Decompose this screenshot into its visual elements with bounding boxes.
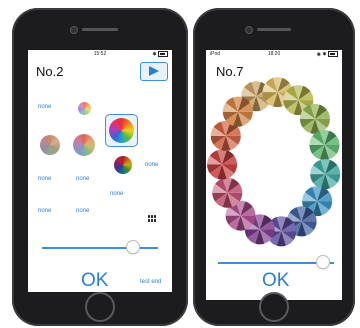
none-option[interactable]: none	[38, 176, 51, 182]
screen-left: 15:52 ✱ No.2 none none none none none no…	[28, 50, 172, 292]
battery-icon	[328, 51, 338, 57]
speaker	[257, 28, 291, 31]
slider-thumb[interactable]	[316, 256, 329, 268]
color-swatch[interactable]	[40, 135, 60, 155]
home-button[interactable]	[259, 292, 289, 322]
slider[interactable]	[218, 256, 334, 270]
phone-right: iPod 18:20 ◉ ✱ No.7 OK	[193, 8, 355, 326]
ok-button[interactable]: OK	[262, 270, 289, 292]
home-button[interactable]	[85, 292, 115, 322]
play-icon	[149, 66, 159, 76]
color-wheel-swatch[interactable]	[212, 177, 243, 208]
screen-right: iPod 18:20 ◉ ✱ No.7 OK	[206, 50, 342, 300]
color-swatch-selected[interactable]	[109, 118, 134, 143]
test-end-button[interactable]: test end	[140, 279, 161, 285]
ok-button[interactable]: OK	[81, 270, 108, 292]
slider-track[interactable]	[42, 247, 158, 249]
slider[interactable]	[42, 241, 158, 255]
color-wheel-swatch[interactable]	[222, 96, 253, 127]
status-icons: ◉ ✱	[317, 51, 338, 57]
phone-left: 15:52 ✱ No.2 none none none none none no…	[12, 8, 188, 326]
none-option[interactable]: none	[110, 191, 123, 197]
none-option[interactable]: none	[38, 208, 51, 214]
color-swatch[interactable]	[114, 156, 132, 174]
grid-icon[interactable]	[148, 215, 157, 222]
color-wheel-swatch[interactable]	[299, 103, 330, 134]
none-option[interactable]: none	[145, 162, 158, 168]
color-swatch[interactable]	[73, 134, 95, 156]
none-option[interactable]: none	[76, 176, 89, 182]
status-bar: iPod 18:20 ◉ ✱	[206, 50, 342, 60]
status-time: 15:52	[93, 51, 107, 57]
color-ring	[207, 77, 341, 247]
slider-thumb[interactable]	[127, 241, 140, 253]
camera	[70, 26, 78, 34]
status-icons: ✱	[152, 51, 168, 57]
color-wheel-swatch[interactable]	[207, 149, 238, 180]
color-wheel-swatch[interactable]	[310, 159, 341, 190]
none-option[interactable]: none	[38, 104, 51, 110]
play-button[interactable]	[140, 62, 168, 81]
page-title: No.2	[36, 64, 64, 79]
speaker	[82, 28, 118, 31]
battery-icon	[158, 51, 168, 57]
color-wheel-swatch[interactable]	[309, 130, 340, 161]
color-swatch[interactable]	[78, 102, 91, 115]
camera	[245, 26, 253, 34]
status-bar: 15:52 ✱	[28, 50, 172, 60]
none-option[interactable]: none	[76, 208, 89, 214]
